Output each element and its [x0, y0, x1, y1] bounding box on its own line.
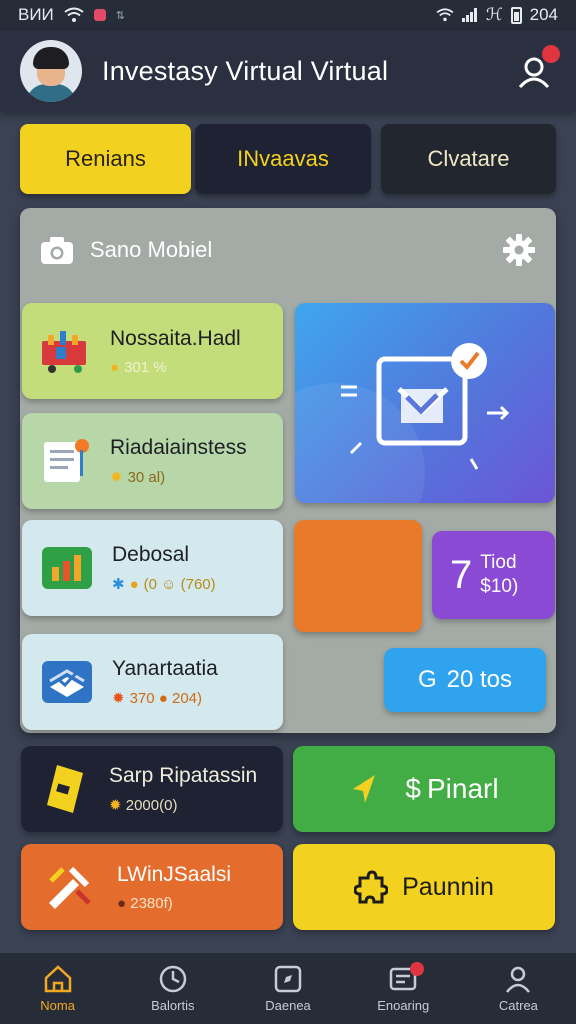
home-icon — [44, 965, 71, 993]
nav-label: Enoaring — [377, 998, 430, 1013]
action-card[interactable]: LWinJSaalsi ● 2380f) — [21, 844, 283, 930]
status-time: ВИИ — [18, 5, 54, 24]
count-label: 20 tos — [446, 666, 513, 693]
list-item-name: Yanartaatia — [112, 657, 218, 680]
notification-app-icon — [93, 9, 106, 21]
wifi-icon — [64, 7, 84, 22]
ticket-icon — [47, 765, 83, 813]
tab-bar: Renians INvaavas Clvatare — [20, 124, 556, 194]
coin-icon: ● — [110, 358, 120, 376]
signal-icon — [461, 8, 477, 22]
list-item[interactable]: Riadaiainstess ✹ 30 al) — [22, 413, 283, 509]
user-icon — [506, 966, 531, 993]
stats-amount: $10) — [480, 576, 519, 597]
hero-card[interactable] — [295, 303, 555, 503]
g-icon: G — [417, 666, 437, 693]
action-card-meta: 2000(0) — [125, 797, 178, 814]
document-icon — [44, 439, 89, 482]
profile-button[interactable] — [516, 45, 560, 91]
nav-item-catrea[interactable]: Catrea — [461, 953, 576, 1024]
nav-label: Noma — [40, 998, 75, 1013]
nav-item-enoaring[interactable]: Enoaring — [346, 953, 461, 1024]
stats-label: Tiod — [480, 552, 517, 573]
action-card-name: Paunnin — [402, 872, 494, 901]
action-card-name: LWinJSaalsi — [117, 862, 231, 886]
list-item-name: Riadaiainstess — [110, 436, 247, 459]
dollar-icon: $ — [405, 773, 421, 804]
stack-check-icon — [42, 661, 92, 703]
chart-growth-icon — [42, 547, 92, 589]
list-item[interactable]: Nossaita.Hadl ● 301 % — [22, 303, 283, 399]
notification-badge — [409, 962, 424, 976]
stats-tile[interactable]: 7 Tiod $10) — [432, 531, 555, 619]
tab-invaavas[interactable]: INvaavas — [195, 124, 372, 194]
list-item-name: Nossaita.Hadl — [110, 326, 241, 350]
camera-icon[interactable] — [40, 235, 74, 265]
panel-header: Sano Mobiel — [40, 232, 536, 268]
nav-label: Balortis — [151, 998, 195, 1013]
tab-clvatare[interactable]: Clvatare — [381, 124, 556, 194]
orange-tile[interactable] — [294, 520, 422, 632]
list-item-meta: 30 al) — [127, 468, 166, 486]
list-item-name: Debosal — [112, 543, 190, 566]
tab-renians[interactable]: Renians — [20, 124, 192, 194]
nav-item-balortis[interactable]: Balortis — [115, 953, 230, 1024]
app-header: Investasy Virtual Virtual — [0, 30, 576, 112]
avatar[interactable] — [20, 40, 82, 102]
nav-item-home[interactable]: Noma — [0, 953, 115, 1024]
panel-title: Sano Mobiel — [90, 237, 213, 262]
list-item-meta: 370 ● 204) — [129, 689, 203, 707]
coin-icon: ● — [117, 894, 127, 912]
status-bar: ВИИ ⇅ ℋ 204 — [0, 0, 576, 30]
list-item-meta: (0 ☺ (760) — [143, 575, 216, 593]
count-badge-button[interactable]: G 20 tos — [384, 648, 546, 712]
battery-icon — [510, 6, 522, 24]
coin-icon: ✹ — [110, 469, 123, 486]
list-item[interactable]: Debosal ✱ ● (0 ☺ (760) — [22, 520, 283, 616]
puzzle-icon — [354, 870, 389, 904]
cursor-arrow-icon — [353, 775, 376, 803]
action-card[interactable]: $ Pinarl — [293, 746, 555, 832]
status-right-text: 204 — [529, 5, 558, 24]
list-item-meta: 301 % — [124, 358, 167, 376]
gear-icon[interactable] — [502, 233, 536, 267]
app-title: Investasy Virtual Virtual — [102, 55, 389, 86]
compass-card-icon — [274, 965, 302, 993]
tool-wrench-icon — [49, 866, 91, 909]
action-card-meta: 2380f) — [130, 894, 173, 912]
notification-badge — [542, 45, 560, 63]
shop-cart-icon — [42, 331, 86, 373]
nav-item-daenea[interactable]: Daenea — [230, 953, 345, 1024]
bottom-navigation: Noma Balortis Daenea Enoaring Catrea — [0, 952, 576, 1024]
action-card-name: Sarp Ripatassin — [109, 764, 258, 787]
coin-icon: ✹ — [109, 797, 122, 814]
nav-label: Daenea — [265, 998, 311, 1013]
action-card-name: Pinarl — [426, 773, 499, 804]
clock-icon — [159, 965, 187, 993]
network-type-label: ℋ — [485, 5, 503, 24]
list-item[interactable]: Yanartaatia ✹ 370 ● 204) — [22, 634, 283, 730]
action-card[interactable]: Paunnin — [293, 844, 555, 930]
sparkle-icon: ✱ — [112, 576, 125, 593]
nav-label: Catrea — [498, 998, 538, 1013]
stats-number: 7 — [450, 552, 473, 597]
coin-icon: ● — [129, 575, 139, 593]
sync-icon: ⇅ — [115, 9, 125, 22]
task-check-illustration — [295, 343, 510, 503]
action-card[interactable]: Sarp Ripatassin ✹ 2000(0) — [21, 746, 283, 832]
sparkle-icon: ✹ — [112, 690, 125, 707]
wifi-icon — [436, 8, 454, 22]
